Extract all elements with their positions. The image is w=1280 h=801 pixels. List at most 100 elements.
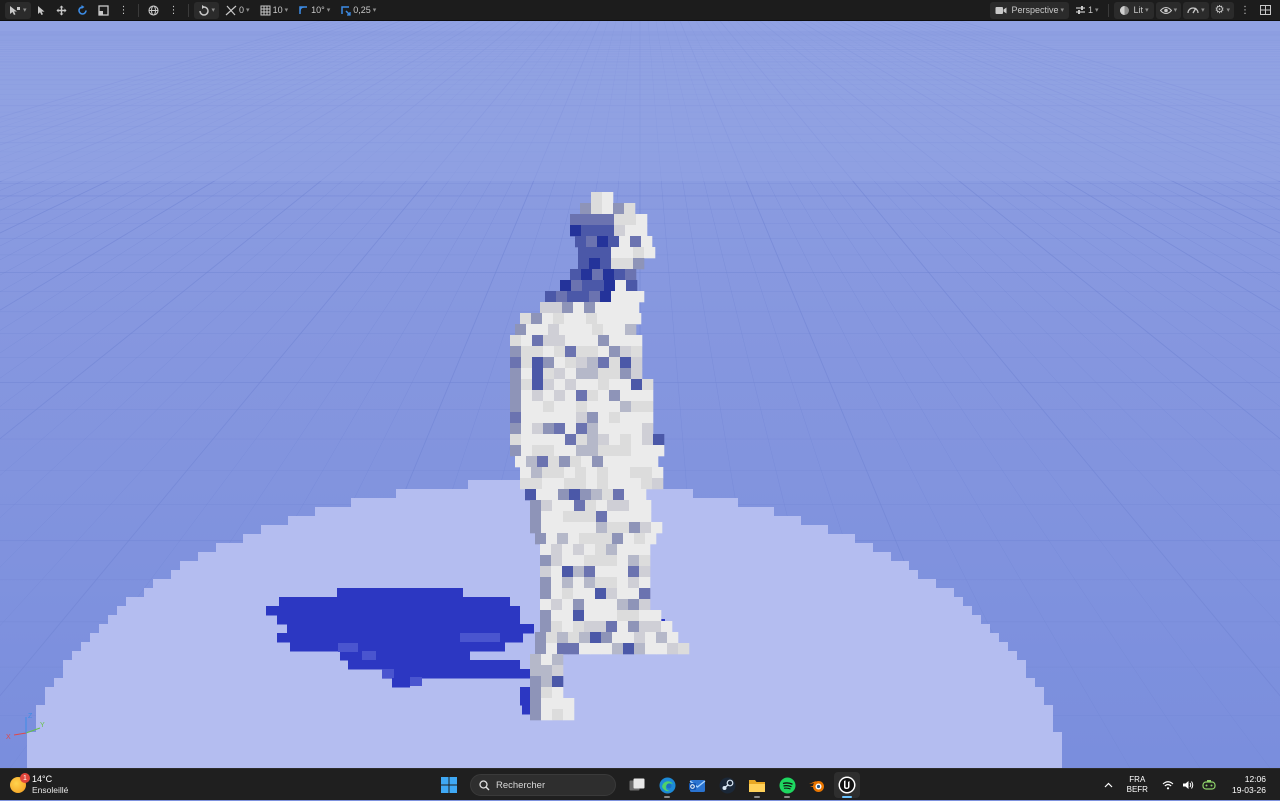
- cursor-icon: [37, 5, 45, 15]
- weather-description: Ensoleillé: [32, 785, 69, 795]
- camera-speed-button[interactable]: 1 ▾: [1071, 2, 1103, 19]
- grid-snap-button[interactable]: 10 ▾: [256, 2, 293, 19]
- viewport-layout-button[interactable]: [1256, 2, 1275, 19]
- surface-snap-icon: [198, 4, 209, 16]
- task-view-button[interactable]: [624, 772, 650, 798]
- chevron-down-icon: ▾: [284, 7, 289, 14]
- edge-browser-icon: [659, 777, 675, 793]
- more-options-button[interactable]: ⋮: [165, 2, 183, 19]
- view-mode-label: Perspective: [1011, 5, 1059, 15]
- windows-logo-icon: [441, 777, 457, 793]
- language-code: FRA: [1129, 775, 1146, 784]
- viewport-settings-button[interactable]: ⚙ ▾: [1210, 1, 1234, 19]
- eye-icon: [1159, 6, 1172, 14]
- search-icon: [479, 779, 490, 790]
- windows-taskbar: 1 14°C Ensoleillé Rechercher FRA BEFR 12…: [0, 768, 1280, 800]
- coordinate-system-button[interactable]: [144, 2, 163, 19]
- axis-gizmo: X Y Z: [6, 713, 45, 741]
- scale-icon: [97, 4, 109, 16]
- camera-speed-icon: [1076, 6, 1086, 14]
- scale-snap-value: 0,25: [353, 5, 371, 15]
- axis-y-label: Y: [40, 722, 45, 729]
- spotify-app[interactable]: [774, 772, 800, 798]
- translate-snap-button[interactable]: 0 ▾: [221, 2, 254, 19]
- keyboard-layout: BEFR: [1126, 785, 1148, 794]
- chevron-down-icon: ▾: [1095, 7, 1099, 14]
- input-language-button[interactable]: FRA BEFR: [1117, 775, 1158, 795]
- tray-app-button[interactable]: [1198, 780, 1220, 790]
- rotation-snap-value: 10°: [311, 5, 325, 15]
- grid-icon: [260, 5, 271, 15]
- scale-snap-button[interactable]: 0,25 ▾: [336, 2, 380, 19]
- surface-snapping-button[interactable]: ▾: [193, 1, 220, 19]
- translate-snap-value: 0: [239, 5, 245, 15]
- chevron-down-icon: ▾: [23, 7, 27, 14]
- sun-icon: 1: [10, 773, 30, 793]
- mail-app[interactable]: [684, 772, 710, 798]
- chevron-down-icon: ▾: [211, 7, 216, 14]
- select-tool-button[interactable]: [33, 2, 50, 19]
- scale-tool-button[interactable]: [94, 2, 113, 19]
- globe-icon: [147, 4, 159, 16]
- blender-app[interactable]: [804, 772, 830, 798]
- scalability-button[interactable]: ▾: [1183, 1, 1209, 19]
- performance-gauge-icon: [1187, 7, 1199, 14]
- chevron-down-icon: ▾: [1226, 7, 1230, 14]
- layout-grid-icon: [1260, 5, 1271, 15]
- unreal-engine-app[interactable]: [834, 772, 860, 798]
- clock-time: 12:06: [1244, 774, 1266, 784]
- speaker-icon: [1182, 781, 1194, 789]
- chevron-up-icon: [1104, 782, 1113, 788]
- rotation-snap-icon: [299, 5, 308, 14]
- gear-icon: ⚙: [1214, 3, 1225, 16]
- rotation-snap-button[interactable]: 10° ▾: [294, 2, 334, 19]
- grid-snap-value: 10: [272, 5, 283, 15]
- axis-z-label: Z: [28, 713, 33, 720]
- weather-temperature: 14°C: [32, 774, 53, 784]
- controller-icon: [1202, 780, 1216, 790]
- level-viewport[interactable]: X Y Z: [0, 21, 1280, 768]
- steam-app[interactable]: [714, 772, 740, 798]
- camera-icon: [995, 6, 1007, 14]
- clock-button[interactable]: 12:06 19-03-26: [1220, 774, 1280, 796]
- chevron-down-icon: ▾: [1201, 7, 1205, 14]
- chevron-down-icon: ▾: [1145, 7, 1149, 14]
- chevron-down-icon: ▾: [1173, 7, 1178, 14]
- lit-sphere-icon: [1119, 5, 1129, 15]
- viewport-scene: [0, 21, 1280, 768]
- chevron-down-icon: ▾: [1060, 7, 1065, 14]
- lighting-mode-label: Lit: [1133, 5, 1144, 15]
- translate-tool-button[interactable]: [52, 2, 71, 19]
- search-placeholder: Rechercher: [496, 779, 546, 791]
- spotify-icon: [779, 777, 795, 793]
- more-tools-button[interactable]: ⋮: [115, 2, 133, 19]
- show-flags-button[interactable]: ▾: [1155, 1, 1182, 19]
- chevron-down-icon: ▾: [326, 7, 331, 14]
- viewport-toolbar: ▾ ⋮ ⋮ ▾ 0 ▾ 10 ▾ 10° ▾ 0,25 ▾ Perspectiv…: [0, 0, 1280, 21]
- weather-widget[interactable]: 1 14°C Ensoleillé: [10, 773, 68, 797]
- wifi-icon: [1162, 781, 1174, 790]
- notification-badge: 1: [20, 773, 30, 783]
- show-hidden-icons-button[interactable]: [1100, 782, 1117, 788]
- move-arrows-icon: [56, 5, 67, 15]
- selection-mode-button[interactable]: ▾: [5, 1, 31, 19]
- rotate-tool-button[interactable]: [73, 2, 92, 19]
- folder-icon: [749, 779, 765, 792]
- vertical-dots-icon: ⋮: [118, 4, 129, 16]
- view-mode-button[interactable]: Perspective ▾: [990, 1, 1070, 19]
- file-explorer-app[interactable]: [744, 772, 770, 798]
- network-button[interactable]: [1158, 780, 1178, 790]
- snap-translate-icon: [225, 5, 237, 15]
- scale-snap-icon: [341, 5, 351, 16]
- volume-button[interactable]: [1178, 780, 1198, 790]
- edge-app[interactable]: [654, 772, 680, 798]
- start-button[interactable]: [436, 772, 462, 798]
- taskbar-search[interactable]: Rechercher: [470, 774, 616, 796]
- select-mode-icon: [10, 5, 20, 15]
- task-view-icon: [629, 778, 645, 791]
- lighting-mode-button[interactable]: Lit ▾: [1113, 1, 1154, 19]
- chevron-down-icon: ▾: [246, 7, 250, 14]
- clock-date: 19-03-26: [1231, 785, 1266, 795]
- vertical-dots-icon: ⋮: [168, 4, 179, 16]
- viewport-options-button[interactable]: ⋮: [1236, 2, 1254, 19]
